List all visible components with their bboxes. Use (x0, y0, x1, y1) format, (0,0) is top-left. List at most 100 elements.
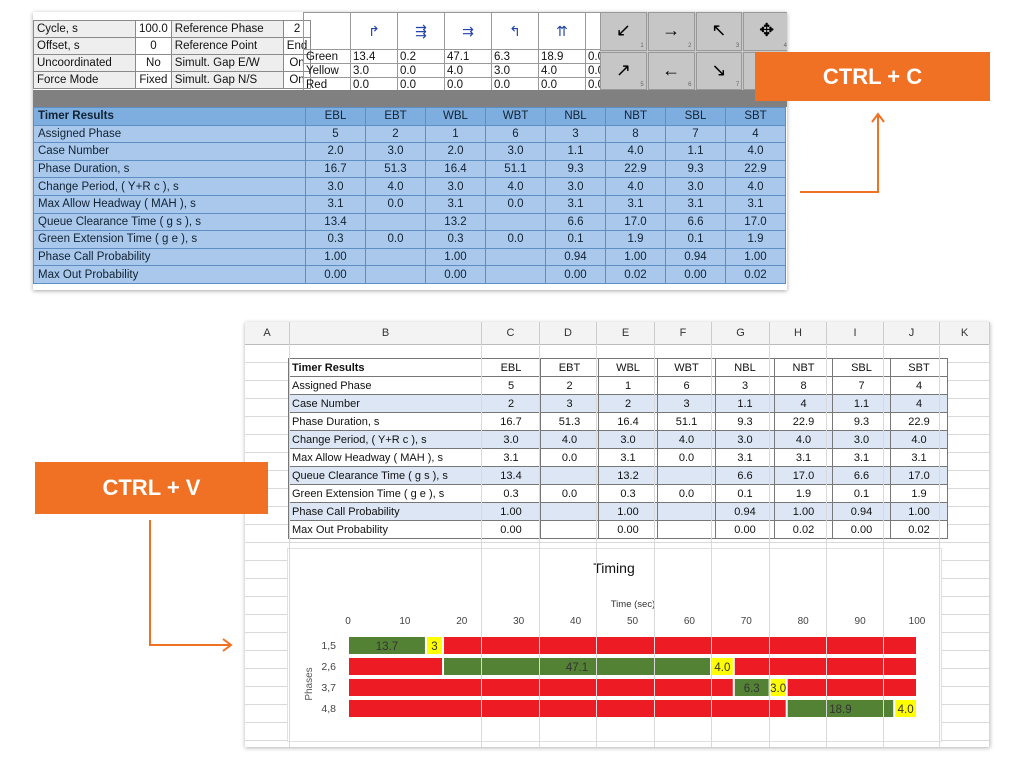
cell[interactable]: 51.3 (540, 412, 599, 431)
cell[interactable]: 4 (774, 394, 833, 413)
cell[interactable]: 3.1 (481, 448, 541, 467)
cell[interactable]: NBT (774, 358, 833, 377)
cell[interactable]: 0.94 (715, 502, 775, 521)
cell[interactable]: 3.0 (598, 430, 658, 449)
cell[interactable]: 1.1 (832, 394, 891, 413)
cell[interactable]: NBL (715, 358, 775, 377)
cell[interactable] (540, 466, 599, 485)
cell[interactable]: 6.6 (832, 466, 891, 485)
cell[interactable]: Change Period, ( Y+R c ), s (288, 430, 482, 449)
cell[interactable]: 9.3 (832, 412, 891, 431)
column-header-d[interactable]: D (540, 322, 597, 344)
cell[interactable] (540, 502, 599, 521)
cell[interactable]: 0.94 (832, 502, 891, 521)
cell[interactable]: Queue Clearance Time ( g s ), s (288, 466, 482, 485)
column-header-i[interactable]: I (827, 322, 884, 344)
cell[interactable]: 1 (598, 376, 658, 395)
column-header-b[interactable]: B (290, 322, 482, 344)
cell[interactable]: Max Allow Headway ( MAH ), s (288, 448, 482, 467)
cell[interactable]: 4.0 (540, 430, 599, 449)
cell[interactable]: 8 (774, 376, 833, 395)
cell[interactable]: Green Extension Time ( g e ), s (288, 484, 482, 503)
cell[interactable]: 0.3 (481, 484, 541, 503)
cell[interactable]: 1.00 (598, 502, 658, 521)
cell[interactable]: 1.9 (774, 484, 833, 503)
cell[interactable]: 2 (598, 394, 658, 413)
cell[interactable]: 0.00 (481, 520, 541, 539)
cell[interactable]: 0.0 (657, 484, 716, 503)
cell[interactable]: 7 (832, 376, 891, 395)
cell[interactable] (540, 520, 599, 539)
cell[interactable]: 0.00 (832, 520, 891, 539)
cell[interactable]: 3 (715, 376, 775, 395)
column-header-k[interactable]: K (940, 322, 990, 344)
cell[interactable]: 16.7 (481, 412, 541, 431)
cell[interactable] (657, 502, 716, 521)
cell[interactable]: 6 (657, 376, 716, 395)
cell[interactable]: 17.0 (774, 466, 833, 485)
cell[interactable] (657, 466, 716, 485)
cell[interactable]: 0.3 (598, 484, 658, 503)
cell[interactable]: Case Number (288, 394, 482, 413)
cell[interactable]: 3.0 (481, 430, 541, 449)
cell[interactable]: 3.1 (774, 448, 833, 467)
column-header-g[interactable]: G (712, 322, 770, 344)
cell[interactable]: SBL (832, 358, 891, 377)
cell[interactable]: 13.4 (481, 466, 541, 485)
cell[interactable]: 1.00 (481, 502, 541, 521)
column-header-h[interactable]: H (770, 322, 827, 344)
cell[interactable]: 0.0 (540, 484, 599, 503)
cell[interactable]: 3 (657, 394, 716, 413)
cell[interactable]: 22.9 (774, 412, 833, 431)
gridline (939, 344, 940, 747)
cell[interactable]: 4.0 (774, 430, 833, 449)
cell[interactable]: 3 (540, 394, 599, 413)
cell[interactable]: 5 (481, 376, 541, 395)
gridline (654, 344, 655, 747)
cell[interactable]: 3.1 (715, 448, 775, 467)
cell[interactable]: 0.1 (832, 484, 891, 503)
column-header-c[interactable]: C (482, 322, 540, 344)
cell[interactable]: 51.1 (657, 412, 716, 431)
cell[interactable]: 3.0 (715, 430, 775, 449)
cell[interactable]: 2 (540, 376, 599, 395)
cell[interactable]: Timer Results (288, 358, 482, 377)
cell[interactable]: 4.0 (657, 430, 716, 449)
cell[interactable]: WBL (598, 358, 658, 377)
column-header-j[interactable]: J (884, 322, 940, 344)
column-header-f[interactable]: F (655, 322, 712, 344)
table-row: Phase Call Probability 1.00 1.00 0.94 1.00 0.… (288, 502, 948, 521)
gridline (539, 344, 540, 747)
cell[interactable]: 2 (481, 394, 541, 413)
cell[interactable]: 3.1 (832, 448, 891, 467)
cell[interactable]: 0.1 (715, 484, 775, 503)
cell[interactable]: Phase Duration, s (288, 412, 482, 431)
cell[interactable]: 9.3 (715, 412, 775, 431)
cell[interactable]: 0.0 (540, 448, 599, 467)
cell[interactable]: WBT (657, 358, 716, 377)
cell[interactable]: 1.00 (774, 502, 833, 521)
y-axis-label: Phases (304, 667, 315, 700)
cell[interactable]: Max Out Probability (288, 520, 482, 539)
cell[interactable]: Phase Call Probability (288, 502, 482, 521)
cell[interactable]: 13.2 (598, 466, 658, 485)
cell[interactable]: 0.02 (774, 520, 833, 539)
cell[interactable]: Assigned Phase (288, 376, 482, 395)
cell[interactable]: 0.00 (715, 520, 775, 539)
column-header-e[interactable]: E (597, 322, 655, 344)
cell[interactable]: 3.0 (832, 430, 891, 449)
cell[interactable]: 6.6 (715, 466, 775, 485)
gridline (883, 344, 884, 747)
cell[interactable]: 0.0 (657, 448, 716, 467)
cell[interactable] (657, 520, 716, 539)
cell[interactable]: 16.4 (598, 412, 658, 431)
cell[interactable]: EBL (481, 358, 541, 377)
pasted-timer-results-table: Timer Results EBL EBT WBL WBT NBL NBT SBL SBT Ass… (288, 358, 948, 539)
cell[interactable]: EBT (540, 358, 599, 377)
table-row: Phase Duration, s 16.7 51.3 16.4 51.1 9.3 22.9… (288, 412, 948, 431)
cell[interactable]: 3.1 (598, 448, 658, 467)
column-header-a[interactable]: A (245, 322, 290, 344)
y-tick-label: 3,7 (321, 682, 336, 694)
cell[interactable]: 0.00 (598, 520, 658, 539)
cell[interactable]: 1.1 (715, 394, 775, 413)
